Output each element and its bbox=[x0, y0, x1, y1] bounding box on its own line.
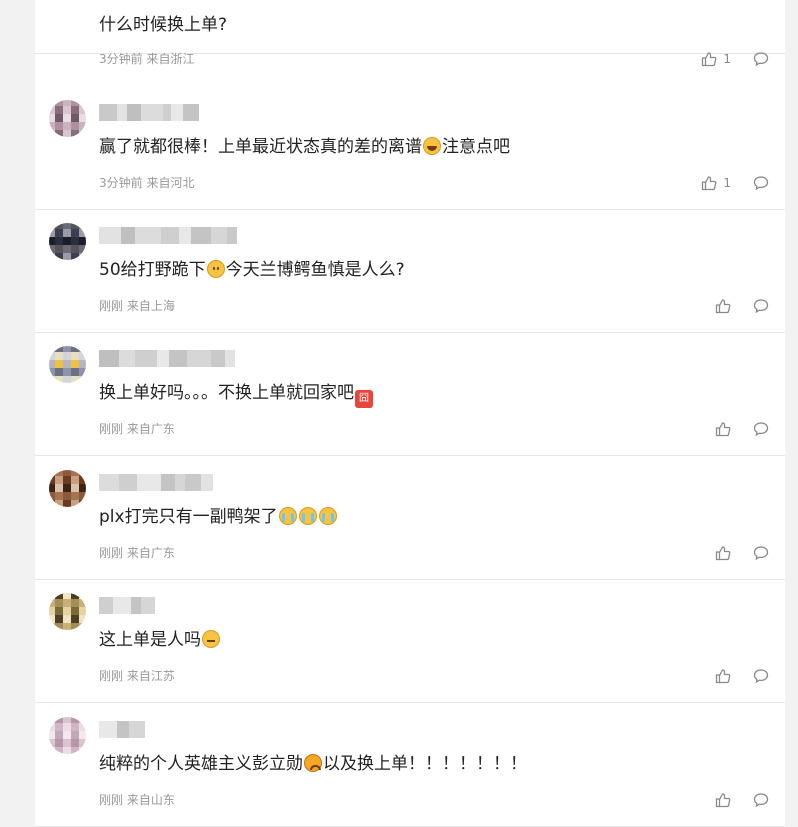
comment-actions bbox=[715, 667, 769, 685]
thumbs-up-icon bbox=[715, 792, 731, 808]
comment-text-part: 这上单是人吗 bbox=[99, 630, 201, 650]
face-emoji-icon bbox=[206, 260, 225, 278]
comment-bubble-icon[interactable] bbox=[753, 668, 769, 684]
like-button[interactable] bbox=[715, 792, 731, 808]
comment-meta: 刚刚 来自江苏 bbox=[99, 667, 175, 684]
thumbs-up-icon bbox=[715, 545, 731, 561]
comment-location: 来自江苏 bbox=[126, 669, 175, 683]
like-button[interactable] bbox=[715, 421, 731, 437]
comment-time: 3分钟前 bbox=[99, 176, 143, 190]
like-button[interactable] bbox=[715, 668, 731, 684]
comment-text-part: 50给打野跪下 bbox=[99, 260, 206, 280]
username-blurred[interactable] bbox=[99, 597, 155, 614]
comment-item: 50给打野跪下 今天兰博鳄鱼慎是人么? 刚刚 来自上海 bbox=[35, 209, 785, 333]
laugh-emoji-icon bbox=[423, 137, 441, 155]
sad-emoji-icon bbox=[304, 754, 322, 772]
avatar[interactable] bbox=[49, 223, 86, 260]
comment-item: 什么时候换上单? 3分钟前 来自浙江 1 bbox=[35, 0, 785, 67]
cry-emoji-icon bbox=[278, 507, 297, 525]
comment-time: 刚刚 bbox=[99, 669, 124, 683]
like-button[interactable] bbox=[715, 298, 731, 314]
thumbs-up-icon bbox=[701, 175, 717, 191]
comment-text: 什么时候换上单? bbox=[99, 14, 227, 36]
comment-meta: 刚刚 来自广东 bbox=[99, 420, 175, 437]
comment-actions bbox=[715, 420, 769, 438]
comment-bubble-icon[interactable] bbox=[753, 298, 769, 314]
thumbs-up-icon bbox=[715, 298, 731, 314]
comment-location: 来自山东 bbox=[126, 793, 175, 807]
avatar[interactable] bbox=[49, 346, 86, 383]
comment-location: 来自河北 bbox=[146, 176, 195, 190]
comment-location: 来自上海 bbox=[126, 299, 175, 313]
comment-location: 来自广东 bbox=[126, 546, 175, 560]
comment-actions: 1 bbox=[701, 174, 769, 192]
comment-bubble-icon[interactable] bbox=[753, 175, 769, 191]
comment-text: 50给打野跪下 今天兰博鳄鱼慎是人么? bbox=[99, 259, 405, 281]
comment-text-part: 纯粹的个人英雄主义彭立勋 bbox=[99, 754, 303, 774]
comment-bubble-icon[interactable] bbox=[753, 545, 769, 561]
username-blurred[interactable] bbox=[99, 350, 235, 367]
comment-item: plx打完只有一副鸭架了 刚刚 来自广东 bbox=[35, 456, 785, 580]
comment-time: 刚刚 bbox=[99, 422, 124, 436]
comment-text-part: 什么时候换上单? bbox=[99, 15, 228, 35]
comment-time: 3分钟前 bbox=[99, 52, 143, 66]
comment-text-part: 注意点吧 bbox=[442, 137, 510, 157]
comment-meta: 3分钟前 来自河北 bbox=[99, 174, 194, 191]
cry-emoji-icon bbox=[318, 507, 337, 525]
like-count: 1 bbox=[723, 52, 731, 66]
avatar[interactable] bbox=[49, 470, 86, 507]
comment-time: 刚刚 bbox=[99, 299, 124, 313]
sticker-emoji-icon: 囧 bbox=[355, 390, 373, 408]
comment-item: 赢了就都很棒！上单最近状态真的差的离谱 注意点吧 3分钟前 来自河北 1 bbox=[35, 86, 785, 210]
comment-text-part: 赢了就都很棒！上单最近状态真的差的离谱 bbox=[99, 137, 422, 157]
comment-location: 来自浙江 bbox=[146, 52, 195, 66]
comment-actions bbox=[715, 791, 769, 809]
comment-meta: 刚刚 来自上海 bbox=[99, 297, 175, 314]
avatar[interactable] bbox=[49, 593, 86, 630]
avatar[interactable] bbox=[49, 717, 86, 754]
thumbs-up-icon bbox=[715, 668, 731, 684]
comment-text: 换上单好吗。。。不换上单就回家吧囧 bbox=[99, 382, 374, 408]
comment-actions: 1 bbox=[701, 50, 769, 68]
cry-emoji-icon bbox=[298, 507, 317, 525]
comment-item: 纯粹的个人英雄主义彭立勋 以及换上单！！！！！！！ 刚刚 来自山东 bbox=[35, 703, 785, 827]
comment-meta: 3分钟前 来自浙江 bbox=[99, 50, 194, 67]
username-blurred[interactable] bbox=[99, 721, 145, 738]
like-button[interactable]: 1 bbox=[701, 51, 731, 67]
comment-item: 换上单好吗。。。不换上单就回家吧囧刚刚 来自广东 bbox=[35, 332, 785, 456]
like-button[interactable]: 1 bbox=[701, 175, 731, 191]
avatar[interactable] bbox=[49, 100, 86, 137]
comment-actions bbox=[715, 297, 769, 315]
username-blurred[interactable] bbox=[99, 227, 237, 244]
comment-text: 这上单是人吗 bbox=[99, 629, 221, 651]
comment-bubble-icon[interactable] bbox=[753, 792, 769, 808]
comment-text: 赢了就都很棒！上单最近状态真的差的离谱 注意点吧 bbox=[99, 136, 510, 158]
comment-meta: 刚刚 来自山东 bbox=[99, 791, 175, 808]
comment-time: 刚刚 bbox=[99, 793, 124, 807]
comment-time: 刚刚 bbox=[99, 546, 124, 560]
username-blurred[interactable] bbox=[99, 104, 199, 121]
comment-list: 什么时候换上单? 3分钟前 来自浙江 1 赢了就都很棒！上单最近状态真的差的离谱 注意点… bbox=[35, 0, 785, 827]
like-count: 1 bbox=[723, 176, 731, 190]
thumbs-up-icon bbox=[715, 421, 731, 437]
username-blurred[interactable] bbox=[99, 474, 213, 491]
comment-text: plx打完只有一副鸭架了 bbox=[99, 506, 338, 528]
thumbs-up-icon bbox=[701, 51, 717, 67]
comment-text-part: 以及换上单！！！！！！！ bbox=[323, 754, 527, 774]
like-button[interactable] bbox=[715, 545, 731, 561]
comment-item: 这上单是人吗 刚刚 来自江苏 bbox=[35, 579, 785, 703]
comment-text: 纯粹的个人英雄主义彭立勋 以及换上单！！！！！！！ bbox=[99, 753, 527, 775]
comment-meta: 刚刚 来自广东 bbox=[99, 544, 175, 561]
comment-text-part: 今天兰博鳄鱼慎是人么? bbox=[225, 260, 405, 280]
comment-bubble-icon[interactable] bbox=[753, 421, 769, 437]
sleepy-emoji-icon bbox=[202, 630, 220, 648]
comment-location: 来自广东 bbox=[126, 422, 175, 436]
comment-text-part: 换上单好吗。。。不换上单就回家吧 bbox=[99, 383, 354, 403]
comment-text-part: plx打完只有一副鸭架了 bbox=[99, 507, 278, 527]
comment-bubble-icon[interactable] bbox=[753, 51, 769, 67]
comment-actions bbox=[715, 544, 769, 562]
